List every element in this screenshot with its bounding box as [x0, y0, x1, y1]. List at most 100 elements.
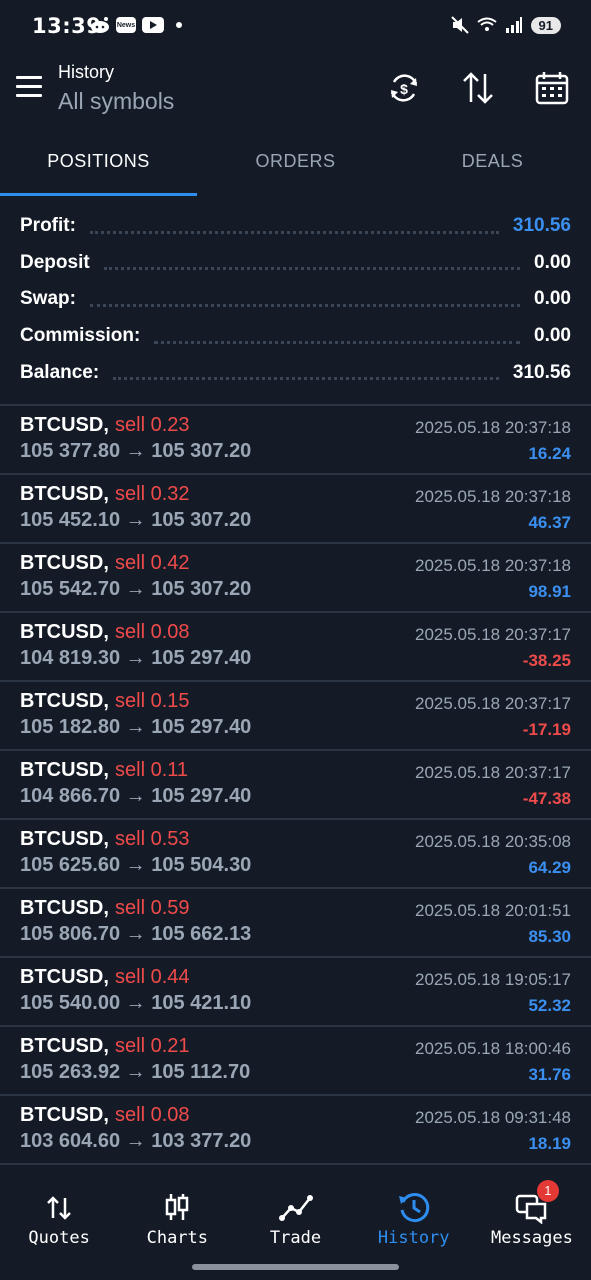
- nav-label: Charts: [146, 1228, 209, 1248]
- position-datetime: 2025.05.18 20:37:17: [415, 694, 571, 713]
- table-row[interactable]: BTCUSD, sell 0.23 105 377.80 → 105 307.2…: [0, 406, 591, 475]
- dot-leader: [113, 369, 499, 381]
- summary-commission: Commission: 0.00: [0, 318, 591, 355]
- table-row[interactable]: BTCUSD, sell 0.15 105 182.80 → 105 297.4…: [0, 682, 591, 751]
- position-datetime: 2025.05.18 20:37:17: [415, 763, 571, 782]
- position-side: sell 0.59: [115, 897, 190, 919]
- table-row[interactable]: BTCUSD, sell 0.32 105 452.10 → 105 307.2…: [0, 475, 591, 544]
- signal-icon: [505, 17, 523, 33]
- more-notifications-dot: [176, 22, 182, 28]
- table-row[interactable]: BTCUSD, sell 0.08 103 604.60 → 103 377.2…: [0, 1096, 591, 1165]
- tab-positions[interactable]: POSITIONS: [0, 128, 197, 196]
- position-prices: 105 542.70 → 105 307.20: [20, 578, 252, 600]
- quotes-icon: [47, 1196, 71, 1220]
- position-side: sell 0.15: [115, 690, 190, 712]
- position-profit: 16.24: [528, 444, 571, 463]
- position-profit: 98.91: [528, 582, 571, 601]
- position-profit: 46.37: [528, 513, 571, 532]
- position-datetime: 2025.05.18 18:00:46: [415, 1039, 571, 1058]
- status-bar: 13:39 News 91: [0, 0, 591, 56]
- deposit-value: 0.00: [534, 251, 571, 273]
- position-symbol: BTCUSD,: [20, 552, 109, 574]
- charts-icon: [166, 1194, 189, 1220]
- position-profit: 31.76: [528, 1065, 571, 1084]
- hamburger-menu-icon[interactable]: [16, 76, 42, 98]
- tab-orders[interactable]: ORDERS: [197, 128, 394, 196]
- position-side: sell 0.32: [115, 483, 190, 505]
- table-row[interactable]: BTCUSD, sell 0.11 104 866.70 → 105 297.4…: [0, 751, 591, 820]
- table-row[interactable]: BTCUSD, sell 0.42 105 542.70 → 105 307.2…: [0, 544, 591, 613]
- position-prices: 105 182.80 → 105 297.40: [20, 716, 252, 738]
- tab-deals[interactable]: DEALS: [394, 128, 591, 196]
- position-prices: 103 604.60 → 103 377.20: [20, 1130, 252, 1152]
- position-symbol: BTCUSD,: [20, 759, 109, 781]
- table-row[interactable]: BTCUSD, sell 0.44 105 540.00 → 105 421.1…: [0, 958, 591, 1027]
- messages-badge: 1: [536, 1180, 559, 1202]
- commission-value: 0.00: [534, 325, 571, 347]
- position-symbol: BTCUSD,: [20, 621, 109, 643]
- position-side: sell 0.08: [115, 1104, 190, 1126]
- notification-icons: News: [90, 16, 182, 34]
- position-side: sell 0.21: [115, 1035, 190, 1057]
- position-profit: -38.25: [522, 651, 571, 670]
- swap-value: 0.00: [534, 288, 571, 310]
- position-prices: 105 806.70 → 105 662.13: [20, 923, 252, 945]
- position-side: sell 0.44: [115, 966, 190, 988]
- sort-icon[interactable]: [460, 70, 496, 106]
- position-prices: 105 625.60 → 105 504.30: [20, 854, 252, 876]
- position-symbol: BTCUSD,: [20, 483, 109, 505]
- nav-label: History: [377, 1228, 450, 1248]
- nav-messages[interactable]: 1 Messages: [473, 1168, 591, 1280]
- app-bar: History All symbols $: [0, 56, 591, 128]
- nav-label: Quotes: [28, 1228, 90, 1248]
- page-title: History: [58, 62, 115, 82]
- position-symbol: BTCUSD,: [20, 414, 109, 436]
- position-symbol: BTCUSD,: [20, 1035, 109, 1057]
- position-prices: 104 819.30 → 105 297.40: [20, 647, 252, 669]
- calendar-icon[interactable]: [534, 70, 570, 106]
- svg-text:$: $: [400, 81, 408, 97]
- table-row[interactable]: BTCUSD, sell 0.21 105 263.92 → 105 112.7…: [0, 1027, 591, 1096]
- summary-swap: Swap: 0.00: [0, 281, 591, 318]
- summary-panel: Profit: 310.56 Deposit 0.00 Swap: 0.00 C…: [0, 208, 591, 391]
- position-profit: -17.19: [522, 720, 571, 739]
- position-datetime: 2025.05.18 20:37:18: [415, 418, 571, 437]
- balance-label: Balance:: [20, 361, 100, 383]
- position-symbol: BTCUSD,: [20, 1104, 109, 1126]
- position-datetime: 2025.05.18 20:01:51: [415, 901, 571, 920]
- position-profit: 64.29: [528, 858, 571, 877]
- symbol-filter[interactable]: All symbols: [58, 88, 174, 115]
- profit-label: Profit:: [20, 215, 76, 237]
- position-side: sell 0.11: [115, 759, 189, 781]
- position-symbol: BTCUSD,: [20, 966, 109, 988]
- summary-balance: Balance: 310.56: [0, 354, 591, 391]
- battery-indicator: 91: [530, 16, 561, 34]
- position-profit: -47.38: [522, 789, 571, 808]
- position-side: sell 0.53: [115, 828, 190, 850]
- refresh-icon[interactable]: $: [386, 70, 422, 106]
- table-row[interactable]: BTCUSD, sell 0.08 104 819.30 → 105 297.4…: [0, 613, 591, 682]
- mute-icon: [450, 16, 469, 34]
- swap-label: Swap:: [20, 288, 76, 310]
- position-datetime: 2025.05.18 20:37:18: [415, 556, 571, 575]
- position-datetime: 2025.05.18 19:05:17: [415, 970, 571, 989]
- position-prices: 105 263.92 → 105 112.70: [20, 1061, 251, 1083]
- position-prices: 105 540.00 → 105 421.10: [20, 992, 252, 1014]
- nav-label: Trade: [269, 1228, 322, 1248]
- position-profit: 18.19: [528, 1134, 571, 1153]
- nav-quotes[interactable]: Quotes: [0, 1168, 118, 1280]
- position-datetime: 2025.05.18 20:37:18: [415, 487, 571, 506]
- table-row[interactable]: BTCUSD, sell 0.59 105 806.70 → 105 662.1…: [0, 889, 591, 958]
- home-indicator[interactable]: [192, 1264, 399, 1270]
- position-symbol: BTCUSD,: [20, 690, 109, 712]
- nav-label: Messages: [490, 1228, 573, 1248]
- history-icon: [398, 1193, 429, 1223]
- position-profit: 85.30: [528, 927, 571, 946]
- position-symbol: BTCUSD,: [20, 897, 109, 919]
- table-row[interactable]: BTCUSD, sell 0.53 105 625.60 → 105 504.3…: [0, 820, 591, 889]
- deposit-label: Deposit: [20, 251, 90, 273]
- dot-leader: [154, 333, 521, 344]
- position-datetime: 2025.05.18 20:35:08: [415, 832, 571, 851]
- position-profit: 52.32: [528, 996, 571, 1015]
- position-prices: 105 377.80 → 105 307.20: [20, 440, 252, 462]
